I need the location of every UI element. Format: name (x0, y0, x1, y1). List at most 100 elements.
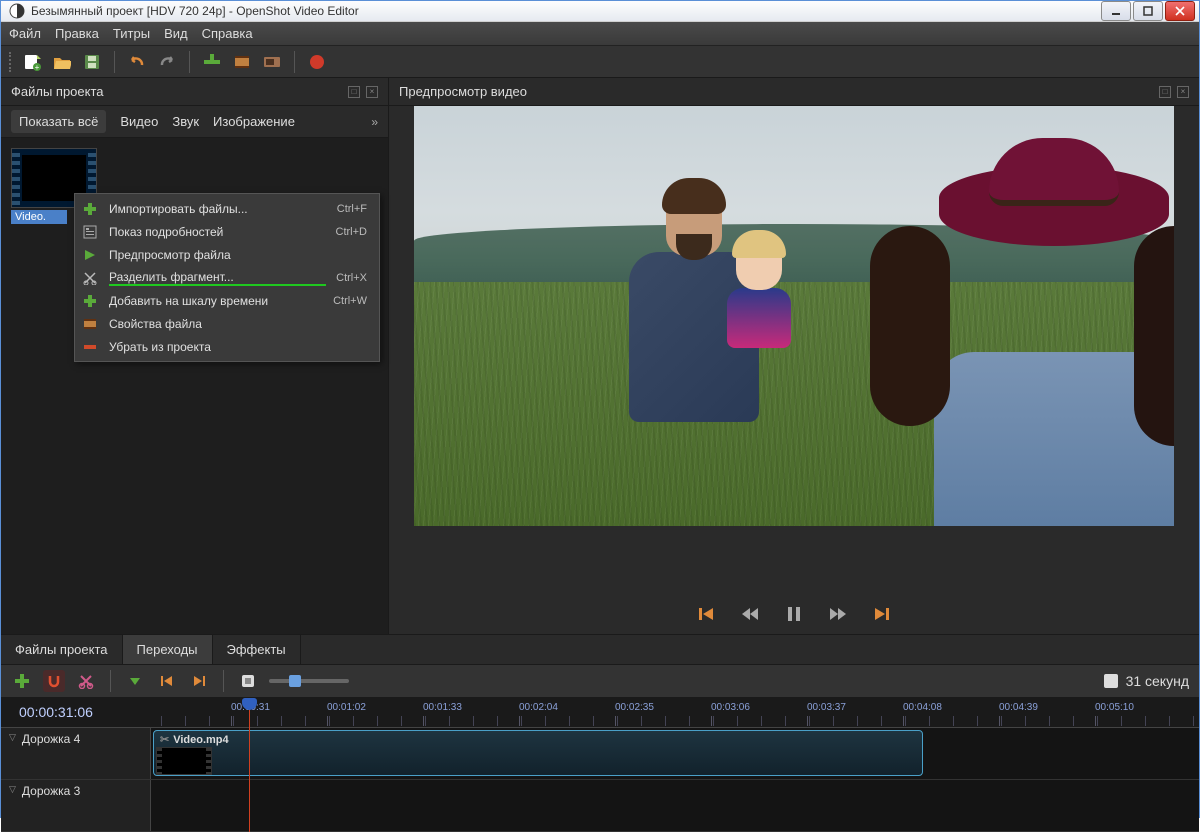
app-icon (9, 3, 25, 19)
play-controls (389, 594, 1199, 634)
track-header[interactable]: ▽Дорожка 4 (1, 728, 151, 779)
clip-name: Video.mp4 (173, 734, 228, 746)
filter-video[interactable]: Видео (120, 114, 158, 129)
titlebar[interactable]: Безымянный проект [HDV 720 24p] - OpenSh… (1, 1, 1199, 22)
files-panel-title: Файлы проекта (11, 84, 104, 99)
menu-view[interactable]: Вид (164, 26, 188, 41)
ruler-tick: 00:03:06 (711, 702, 750, 713)
menu-help[interactable]: Справка (202, 26, 253, 41)
file-label[interactable]: Video. (11, 210, 67, 224)
razor-icon[interactable] (75, 670, 97, 692)
prev-marker-icon[interactable] (156, 670, 178, 692)
scissors-icon (83, 271, 99, 285)
ruler-tick: 00:05:10 (1095, 702, 1134, 713)
menu-titles[interactable]: Титры (113, 26, 150, 41)
video-preview[interactable] (414, 106, 1174, 526)
scissors-icon: ✂ (160, 733, 169, 746)
play-icon (83, 248, 99, 262)
chevron-down-icon: ▽ (9, 732, 16, 743)
center-playhead-icon[interactable] (237, 670, 259, 692)
window-title: Безымянный проект [HDV 720 24p] - OpenSh… (31, 4, 1101, 18)
filter-audio[interactable]: Звук (172, 114, 199, 129)
duration-display: 31 секунд (1104, 673, 1189, 689)
toolbar-grip[interactable] (9, 52, 13, 72)
minimize-button[interactable] (1101, 1, 1131, 21)
ctx-import[interactable]: Импортировать файлы... Ctrl+F (75, 197, 379, 220)
details-icon (83, 225, 99, 239)
clip[interactable]: ✂ Video.mp4 (153, 730, 923, 776)
preview-area (389, 106, 1199, 594)
undo-icon[interactable] (126, 51, 148, 73)
timeline[interactable]: 00:00:31:06 00:00:31 00:01:02 00:01:33 0… (1, 698, 1199, 832)
bottom-tabs: Файлы проекта Переходы Эффекты (1, 634, 1199, 664)
tab-files[interactable]: Файлы проекта (1, 635, 123, 664)
timeline-toolbar: 31 секунд (1, 664, 1199, 698)
snap-icon[interactable] (43, 670, 65, 692)
new-project-icon[interactable]: + (21, 51, 43, 73)
open-project-icon[interactable] (51, 51, 73, 73)
context-menu: Импортировать файлы... Ctrl+F Показ подр… (74, 193, 380, 362)
import-icon[interactable] (201, 51, 223, 73)
menu-file[interactable]: Файл (9, 26, 41, 41)
filmstrip-icon (83, 317, 99, 331)
ctx-add-timeline[interactable]: Добавить на шкалу времени Ctrl+W (75, 289, 379, 312)
track-4: ▽Дорожка 4 ✂ Video.mp4 (1, 728, 1199, 780)
tab-effects[interactable]: Эффекты (213, 635, 301, 664)
ctx-split[interactable]: Разделить фрагмент... Ctrl+X (75, 266, 379, 289)
jump-start-icon[interactable] (694, 602, 718, 626)
filter-image[interactable]: Изображение (213, 114, 295, 129)
ctx-properties[interactable]: Свойства файла (75, 312, 379, 335)
marker-dropdown-icon[interactable] (124, 670, 146, 692)
playhead[interactable] (249, 698, 250, 832)
menubar: Файл Правка Титры Вид Справка (1, 22, 1199, 46)
undock-preview-icon[interactable]: □ (1159, 86, 1171, 98)
undock-icon[interactable]: □ (348, 86, 360, 98)
filter-show-all[interactable]: Показать всё (11, 110, 106, 133)
filter-tabs: Показать всё Видео Звук Изображение » (1, 106, 388, 138)
duration-icon (1104, 674, 1118, 688)
ctx-preview[interactable]: Предпросмотр файла (75, 243, 379, 266)
track-label: Дорожка 3 (22, 784, 80, 798)
menu-edit[interactable]: Правка (55, 26, 99, 41)
add-track-icon[interactable] (11, 670, 33, 692)
jump-end-icon[interactable] (870, 602, 894, 626)
close-button[interactable] (1165, 1, 1195, 21)
save-project-icon[interactable] (81, 51, 103, 73)
redo-icon[interactable] (156, 51, 178, 73)
ruler-tick: 00:01:02 (327, 702, 366, 713)
ruler-tick: 00:04:08 (903, 702, 942, 713)
zoom-slider[interactable] (269, 679, 349, 683)
export-icon[interactable] (306, 51, 328, 73)
clip-thumbnail (156, 747, 212, 775)
window-frame: Безымянный проект [HDV 720 24p] - OpenSh… (0, 0, 1200, 818)
ruler-tick: 00:01:33 (423, 702, 462, 713)
ruler[interactable]: 00:00:31:06 00:00:31 00:01:02 00:01:33 0… (1, 698, 1199, 728)
profile-icon[interactable] (261, 51, 283, 73)
app-body: Файл Правка Титры Вид Справка + Файлы (1, 22, 1199, 832)
filmstrip-icon[interactable] (231, 51, 253, 73)
ctx-details[interactable]: Показ подробностей Ctrl+D (75, 220, 379, 243)
filter-more-icon[interactable]: » (371, 115, 378, 129)
ctx-remove[interactable]: Убрать из проекта (75, 335, 379, 358)
tab-transitions[interactable]: Переходы (123, 635, 213, 664)
duration-label: 31 секунд (1126, 673, 1189, 689)
track-3: ▽ Дорожка 3 (1, 780, 1199, 832)
plus-icon (83, 294, 99, 308)
rewind-icon[interactable] (738, 602, 762, 626)
ruler-tick: 00:02:35 (615, 702, 654, 713)
pause-icon[interactable] (782, 602, 806, 626)
preview-panel: Предпросмотр видео □ × (389, 78, 1199, 634)
forward-icon[interactable] (826, 602, 850, 626)
main-toolbar: + (1, 46, 1199, 78)
next-marker-icon[interactable] (188, 670, 210, 692)
chevron-down-icon: ▽ (9, 784, 16, 795)
plus-icon (83, 202, 99, 216)
timecode: 00:00:31:06 (19, 704, 93, 720)
svg-text:+: + (35, 63, 40, 71)
preview-panel-title: Предпросмотр видео (399, 84, 527, 99)
ruler-tick: 00:03:37 (807, 702, 846, 713)
close-preview-icon[interactable]: × (1177, 86, 1189, 98)
track-header[interactable]: ▽ Дорожка 3 (1, 780, 151, 831)
close-panel-icon[interactable]: × (366, 86, 378, 98)
maximize-button[interactable] (1133, 1, 1163, 21)
